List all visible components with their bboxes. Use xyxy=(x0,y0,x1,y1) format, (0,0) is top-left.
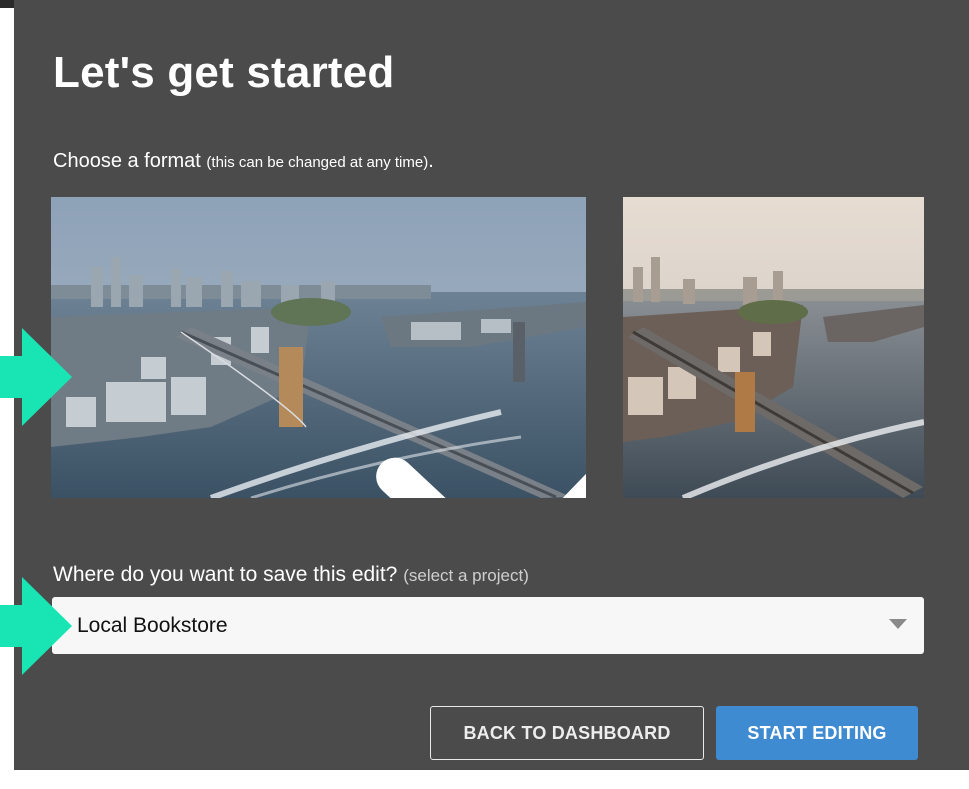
project-select[interactable]: Local Bookstore xyxy=(52,597,924,654)
format-option-square[interactable] xyxy=(623,197,924,498)
page-title: Let's get started xyxy=(53,48,395,97)
back-to-dashboard-button[interactable]: BACK TO DASHBOARD xyxy=(430,706,704,760)
caret-down-icon xyxy=(889,619,907,629)
checkmark-icon xyxy=(375,457,586,498)
format-label: Choose a format (this can be changed at … xyxy=(53,150,434,173)
square-preview-image xyxy=(623,197,924,498)
project-question: Where do you want to save this edit? (se… xyxy=(53,563,529,587)
start-editing-button[interactable]: START EDITING xyxy=(716,706,918,760)
annotation-arrow-icon-format xyxy=(0,328,72,426)
project-question-text: Where do you want to save this edit? xyxy=(53,563,398,586)
format-label-text: Choose a format xyxy=(53,150,201,172)
project-hint: (select a project) xyxy=(403,566,529,585)
format-hint: (this can be changed at any time) xyxy=(206,154,429,171)
format-label-period: . xyxy=(428,150,434,172)
get-started-modal: Let's get started Choose a format (this … xyxy=(14,0,969,770)
format-option-landscape[interactable] xyxy=(51,197,586,498)
annotation-arrow-icon-project xyxy=(0,577,72,675)
project-select-value: Local Bookstore xyxy=(77,613,228,637)
